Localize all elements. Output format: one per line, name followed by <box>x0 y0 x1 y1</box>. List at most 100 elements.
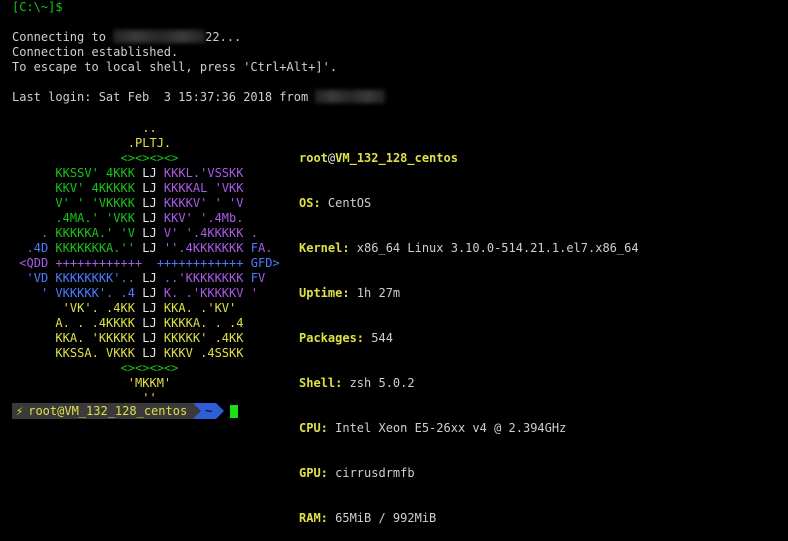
ascii-char: ' <box>84 301 92 315</box>
info-row: Shell: zsh 5.0.2 <box>299 376 639 391</box>
info-key: OS: <box>299 196 321 210</box>
ascii-char <box>121 136 128 150</box>
ascii-char: + <box>207 256 215 270</box>
ascii-char: K <box>221 226 230 240</box>
ascii-char: > <box>127 151 135 165</box>
ascii-char: . <box>163 136 172 150</box>
ascii-char <box>26 361 33 375</box>
ascii-char: A <box>178 301 186 315</box>
info-row: RAM: 65MiB / 992MiB <box>299 511 639 526</box>
ascii-char: K <box>120 331 128 345</box>
ascii-char: V <box>33 271 41 285</box>
ascii-char: . <box>192 226 201 240</box>
ascii-char: K <box>120 196 128 210</box>
shell-prompt[interactable]: ⚡ root@VM_132_128_centos ~ <box>12 403 239 419</box>
ascii-char: > <box>272 256 280 270</box>
ascii-char <box>92 376 99 390</box>
ascii-char: K <box>178 196 186 210</box>
ascii-char: ' <box>91 331 99 345</box>
info-row: Packages: 544 <box>299 331 639 346</box>
ascii-char <box>34 286 41 300</box>
ascii-char: K <box>55 226 63 240</box>
info-value: Intel Xeon E5-26xx v4 @ 2.394GHz <box>327 421 567 435</box>
ascii-char: K <box>221 271 230 285</box>
ascii-char: K <box>55 241 63 255</box>
ascii-char: J <box>149 196 157 210</box>
ascii-char <box>34 136 41 150</box>
ascii-char: A <box>192 181 201 195</box>
ascii-char <box>84 151 91 165</box>
ascii-char: K <box>221 286 230 300</box>
ascii-char <box>34 226 41 240</box>
ascii-char: K <box>91 271 99 285</box>
ascii-char: K <box>214 271 222 285</box>
ascii-logo-row: KKSSV' 4KKK LJ KKKL.'VSSKK <box>12 166 280 181</box>
ascii-char: A <box>192 316 201 330</box>
connecting-line: Connecting to 22... <box>12 30 241 45</box>
ascii-char: . <box>26 241 34 255</box>
ascii-char: ' <box>163 376 172 390</box>
ascii-char: K <box>236 346 244 360</box>
powerline-separator-icon <box>193 403 202 419</box>
ascii-char: K <box>120 211 128 225</box>
ascii-char: ' <box>127 241 135 255</box>
ascii-char: K <box>113 166 121 180</box>
ascii-char: K <box>98 181 107 195</box>
ascii-char <box>157 166 164 180</box>
ascii-char: Q <box>26 256 34 270</box>
ascii-char: V <box>221 301 230 315</box>
ascii-char <box>207 316 214 330</box>
ascii-char: V <box>98 196 107 210</box>
ascii-char <box>193 346 200 360</box>
ascii-char: K <box>127 331 135 345</box>
ascii-char: ' <box>185 211 193 225</box>
prompt-user-host: root@VM_132_128_centos <box>28 404 188 418</box>
ascii-char: > <box>171 361 179 375</box>
ascii-char <box>84 181 91 195</box>
ascii-char: . <box>214 331 222 345</box>
ascii-char <box>63 121 70 135</box>
ascii-char: M <box>221 211 230 225</box>
ascii-char <box>84 331 91 345</box>
ascii-char: K <box>236 271 244 285</box>
ascii-char: . <box>265 241 273 255</box>
ascii-char: V <box>84 166 92 180</box>
ascii-char: K <box>127 211 135 225</box>
ascii-char <box>244 256 251 270</box>
ascii-char: K <box>185 316 193 330</box>
ascii-char: . <box>214 316 222 330</box>
ascii-logo-row: 'VD KKKKKKKK'.. LJ ..'KKKKKKKK FV <box>12 271 280 286</box>
ascii-char <box>63 136 70 150</box>
ascii-char: J <box>149 241 157 255</box>
ascii-char <box>84 136 91 150</box>
info-row: Uptime: 1h 27m <box>299 286 639 301</box>
ascii-char <box>157 181 164 195</box>
ascii-char <box>55 376 62 390</box>
ascii-char: 4 <box>113 301 121 315</box>
ascii-char: K <box>127 166 135 180</box>
text-cursor[interactable] <box>230 404 239 418</box>
ascii-char: J <box>149 211 157 225</box>
ascii-char <box>207 181 214 195</box>
ascii-char: S <box>221 166 230 180</box>
ascii-char <box>34 166 41 180</box>
ascii-char: K <box>113 316 121 330</box>
ascii-char: ' <box>214 181 222 195</box>
ascii-char: K <box>113 331 121 345</box>
ascii-char <box>34 301 41 315</box>
ascii-char <box>34 316 41 330</box>
ascii-char: ' <box>120 226 128 240</box>
ascii-char <box>34 121 41 135</box>
ascii-char <box>92 361 99 375</box>
ascii-char: V <box>178 211 186 225</box>
info-value: zsh 5.0.2 <box>342 376 415 390</box>
ascii-char: A <box>55 316 63 330</box>
ascii-char: . <box>192 166 201 180</box>
ascii-char: > <box>156 361 164 375</box>
ascii-char: < <box>149 151 157 165</box>
ascii-logo-row: 'MKKM' <box>12 376 280 391</box>
info-title: root@VM_132_128_centos <box>299 151 639 166</box>
ascii-logo-row: .. <box>12 121 280 136</box>
ascii-char <box>222 316 229 330</box>
ascii-char: + <box>221 256 230 270</box>
